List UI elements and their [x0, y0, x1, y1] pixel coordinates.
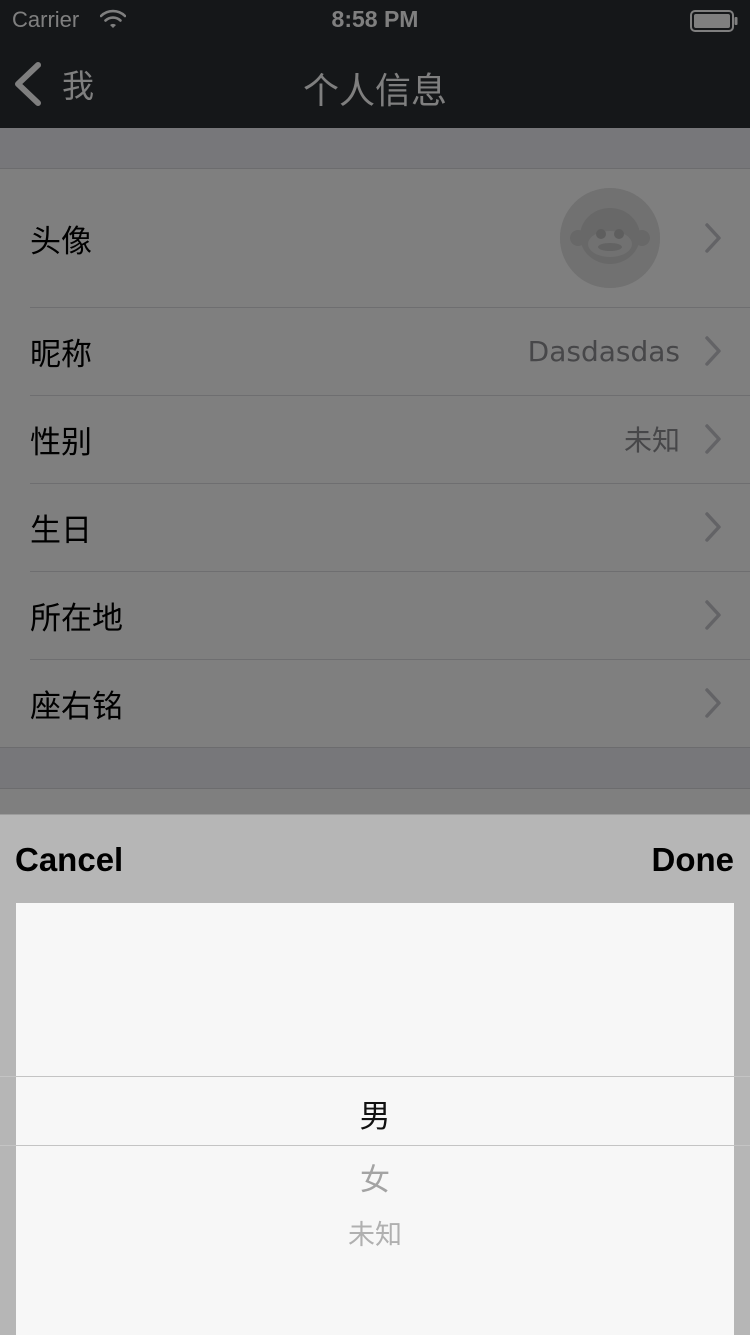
selection-indicator-bottom [0, 1145, 750, 1146]
picker-option-unknown[interactable]: 未知 [16, 1213, 734, 1252]
picker-option-female[interactable]: 女 [16, 1155, 734, 1199]
selection-indicator-top [0, 1076, 750, 1077]
cancel-button[interactable]: Cancel [15, 841, 123, 879]
gender-picker-sheet: Cancel Done 男 女 未知 [0, 814, 750, 1335]
gender-picker-wheel[interactable]: 男 女 未知 [0, 903, 750, 1335]
picker-option-male[interactable]: 男 [16, 1091, 734, 1136]
done-button[interactable]: Done [652, 841, 735, 879]
